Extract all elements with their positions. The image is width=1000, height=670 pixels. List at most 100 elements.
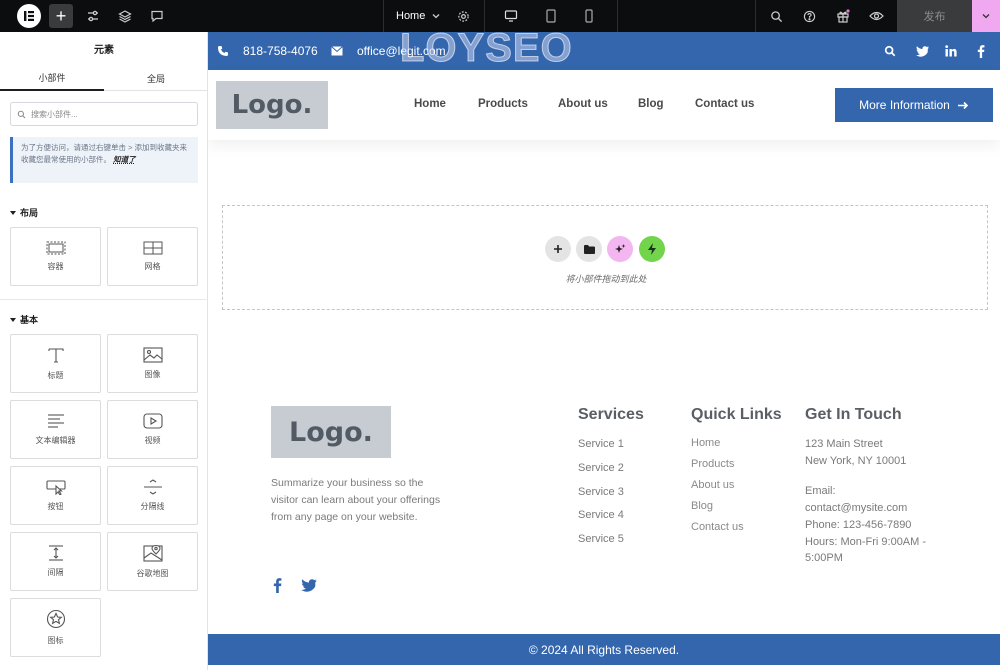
service-link[interactable]: Service 3 — [578, 486, 624, 498]
nav-item-blog[interactable]: Blog — [638, 98, 664, 110]
footer-logo[interactable]: Logo. — [271, 406, 391, 458]
search-icon[interactable] — [878, 32, 902, 70]
search-placeholder: 搜索小部件... — [31, 109, 78, 119]
tablet-view-icon[interactable] — [540, 0, 562, 32]
widget-heading[interactable]: 标题 — [10, 334, 101, 393]
twitter-icon[interactable] — [301, 579, 317, 597]
section-basic-header[interactable]: 基本 — [10, 313, 38, 326]
twitter-icon[interactable] — [910, 32, 934, 70]
structure-layers-icon[interactable] — [114, 0, 136, 32]
nav-item-contact-us[interactable]: Contact us — [695, 98, 754, 110]
mobile-view-icon[interactable] — [578, 0, 600, 32]
widget-label: 容器 — [47, 262, 64, 271]
help-icon[interactable] — [798, 0, 820, 32]
widget-label: 网格 — [144, 262, 161, 271]
facebook-icon[interactable] — [273, 578, 282, 598]
widget-text-editor[interactable]: 文本编辑器 — [10, 400, 101, 459]
add-section-button[interactable] — [545, 236, 571, 262]
divider-icon — [143, 479, 162, 495]
folder-icon — [583, 244, 595, 254]
more-information-button[interactable]: More Information — [835, 88, 993, 122]
publish-button[interactable]: 发布 — [897, 0, 972, 32]
section-layout-header[interactable]: 布局 — [10, 206, 38, 219]
widget-image[interactable]: 图像 — [107, 334, 198, 393]
quick-link[interactable]: Products — [691, 458, 734, 470]
nav-item-home[interactable]: Home — [414, 98, 446, 110]
section-layout-label: 布局 — [20, 208, 39, 218]
empty-section-dropzone[interactable]: 将小部件拖动到此处 — [222, 205, 988, 310]
add-template-button[interactable] — [576, 236, 602, 262]
quick-link[interactable]: Blog — [691, 500, 713, 512]
tab-widgets[interactable]: 小部件 — [0, 65, 104, 91]
facebook-icon[interactable] — [969, 32, 993, 70]
desktop-view-icon[interactable] — [500, 0, 522, 32]
search-icon[interactable] — [765, 0, 787, 32]
phone-icon — [218, 46, 228, 56]
quick-link[interactable]: Contact us — [691, 521, 744, 533]
search-icon — [17, 110, 26, 118]
widget-container[interactable]: 容器 — [10, 227, 101, 286]
favorites-notice: 为了方便访问，请通过右键单击 > 添加到收藏夹来收藏您最常使用的小部件。 知道了 — [10, 137, 198, 183]
copyright-bar: © 2024 All Rights Reserved. — [208, 634, 1000, 665]
button-label: More Information — [859, 98, 950, 112]
widget-spacer[interactable]: 间隔 — [10, 532, 101, 591]
widget-google-maps[interactable]: 谷歌地图 — [107, 532, 198, 591]
page-canvas: 818-758-4076 office@legit.com LOYSEO Log… — [208, 32, 1000, 670]
page-settings-gear-icon[interactable] — [452, 0, 474, 32]
widget-label: 分隔线 — [140, 502, 165, 511]
quick-link[interactable]: About us — [691, 479, 734, 491]
whats-new-gift-icon[interactable] — [832, 0, 854, 32]
add-element-button[interactable]: + — [49, 4, 73, 28]
chevron-down-icon — [432, 14, 440, 19]
service-link[interactable]: Service 5 — [578, 533, 624, 545]
preview-eye-icon[interactable] — [865, 0, 887, 32]
ai-generate-button[interactable] — [607, 236, 633, 262]
footer-hours: Hours: Mon-Fri 9:00AM - — [805, 536, 927, 548]
footer-hours-cont: 5:00PM — [805, 552, 843, 564]
notice-dismiss-link[interactable]: 知道了 — [113, 155, 136, 164]
quick-kit-button[interactable] — [639, 236, 665, 262]
widget-grid[interactable]: 网格 — [107, 227, 198, 286]
phone-text: 818-758-4076 — [243, 44, 318, 58]
arrow-right-icon — [957, 101, 968, 109]
page-select-label: Home — [396, 10, 426, 22]
footer-description: Summarize your business so the visitor c… — [271, 477, 441, 523]
top-info-bar: 818-758-4076 office@legit.com LOYSEO — [208, 32, 1000, 71]
footer-email[interactable]: contact@mysite.com — [805, 502, 907, 514]
lightning-icon — [648, 243, 656, 255]
elementor-logo-icon[interactable] — [17, 4, 41, 28]
site-settings-icon[interactable] — [82, 0, 104, 32]
widget-label: 间隔 — [47, 568, 64, 577]
quick-links-heading: Quick Links — [691, 406, 782, 423]
tab-globals[interactable]: 全局 — [104, 65, 208, 91]
site-logo[interactable]: Logo. — [216, 81, 328, 129]
comments-icon[interactable] — [146, 0, 168, 32]
service-link[interactable]: Service 4 — [578, 509, 624, 521]
linkedin-icon[interactable] — [939, 32, 963, 70]
widget-icon[interactable]: 图标 — [10, 598, 101, 657]
phone-contact[interactable]: 818-758-4076 — [217, 32, 318, 70]
heading-icon — [47, 348, 64, 363]
widget-label: 标题 — [47, 371, 64, 380]
service-link[interactable]: Service 1 — [578, 438, 624, 450]
widget-search-input[interactable]: 搜索小部件... — [10, 102, 198, 126]
widget-divider[interactable]: 分隔线 — [107, 466, 198, 525]
editor-toolbar: + Home 发布 — [0, 0, 1000, 32]
service-link[interactable]: Service 2 — [578, 462, 624, 474]
widget-button[interactable]: 按钮 — [10, 466, 101, 525]
quick-link[interactable]: Home — [691, 437, 720, 449]
page-select[interactable]: Home — [396, 0, 441, 32]
publish-options-button[interactable] — [972, 0, 1000, 32]
services-heading: Services — [578, 406, 644, 423]
nav-item-products[interactable]: Products — [478, 98, 528, 110]
plus-icon — [554, 245, 562, 253]
spacer-icon — [48, 545, 63, 561]
widget-video[interactable]: 视频 — [107, 400, 198, 459]
caret-down-icon — [10, 317, 16, 322]
widget-label: 视频 — [144, 436, 161, 445]
map-icon — [142, 544, 163, 562]
widget-label: 图标 — [47, 636, 64, 645]
widget-label: 图像 — [144, 370, 161, 379]
nav-item-about-us[interactable]: About us — [558, 98, 608, 110]
video-icon — [142, 413, 163, 429]
